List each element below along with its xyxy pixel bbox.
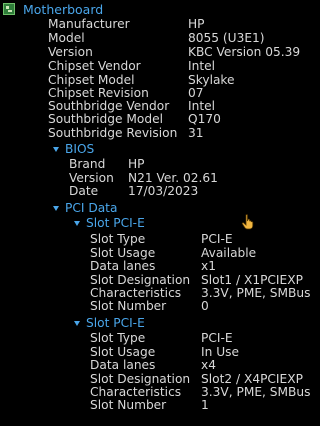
field-value: N21 Ver. 02.61 [128, 171, 218, 185]
pci-data-section-toggle[interactable]: PCI Data [53, 201, 117, 215]
field-value: HP [188, 17, 205, 31]
field-value: 3.3V, PME, SMBus [201, 286, 311, 300]
field-label: Data lanes [90, 358, 156, 372]
pci-slot-title: Slot PCI-E [86, 316, 145, 330]
field-label: Chipset Vendor [48, 59, 141, 73]
pci-data-title: PCI Data [65, 201, 118, 215]
field-value: Slot2 / X4PCIEXP [201, 372, 303, 386]
field-value: Intel [188, 99, 215, 113]
field-label: Model [48, 31, 85, 45]
pci-slot-title: Slot PCI-E [86, 216, 145, 230]
field-label: Southbridge Vendor [48, 99, 170, 113]
field-label: Chipset Model [48, 73, 135, 87]
field-value: Q170 [188, 112, 221, 126]
field-label: Brand [69, 157, 106, 171]
field-value: HP [128, 157, 145, 171]
field-label: Manufacturer [48, 17, 130, 31]
field-value: Slot1 / X1PCIEXP [201, 273, 303, 287]
expand-arrow-icon [53, 205, 59, 211]
field-value: 8055 (U3E1) [188, 31, 265, 45]
field-value: PCI-E [201, 232, 233, 246]
hand-pointer-cursor-icon [241, 214, 254, 230]
motherboard-icon [3, 3, 15, 15]
field-value: 3.3V, PME, SMBus [201, 385, 311, 399]
field-value: KBC Version 05.39 [188, 45, 301, 59]
field-value: x1 [201, 259, 216, 273]
expand-arrow-icon [74, 220, 80, 226]
motherboard-header[interactable]: Motherboard [3, 1, 103, 17]
field-label: Southbridge Revision [48, 126, 178, 140]
field-label: Slot Designation [90, 372, 191, 386]
field-label: Southbridge Model [48, 112, 163, 126]
field-value: 17/03/2023 [128, 184, 199, 198]
field-label: Slot Number [90, 299, 167, 313]
field-value: Intel [188, 59, 215, 73]
field-label: Date [69, 184, 99, 198]
field-value: 31 [188, 126, 204, 140]
field-label: Slot Type [90, 232, 146, 246]
field-value: In Use [201, 345, 239, 359]
bios-section-toggle[interactable]: BIOS [53, 142, 94, 156]
field-label: Slot Type [90, 331, 146, 345]
field-label: Version [48, 45, 93, 59]
field-value: Skylake [188, 73, 235, 87]
field-label: Slot Designation [90, 273, 191, 287]
field-label: Slot Usage [90, 345, 156, 359]
bios-title: BIOS [65, 142, 95, 156]
field-label: Slot Usage [90, 246, 156, 260]
field-label: Characteristics [90, 385, 182, 399]
field-value: 07 [188, 86, 204, 100]
expand-arrow-icon [74, 320, 80, 326]
field-value: 0 [201, 299, 209, 313]
field-value: 1 [201, 398, 209, 412]
field-label: Chipset Revision [48, 86, 149, 100]
field-label: Version [69, 171, 114, 185]
motherboard-title: Motherboard [23, 1, 104, 17]
field-value: x4 [201, 358, 216, 372]
field-value: Available [201, 246, 257, 260]
field-label: Data lanes [90, 259, 156, 273]
expand-arrow-icon [53, 146, 59, 152]
field-value: PCI-E [201, 331, 233, 345]
pci-slot-2-toggle[interactable]: Slot PCI-E [74, 316, 145, 330]
pci-slot-1-toggle[interactable]: Slot PCI-E [74, 216, 145, 230]
field-label: Characteristics [90, 286, 182, 300]
field-label: Slot Number [90, 398, 167, 412]
